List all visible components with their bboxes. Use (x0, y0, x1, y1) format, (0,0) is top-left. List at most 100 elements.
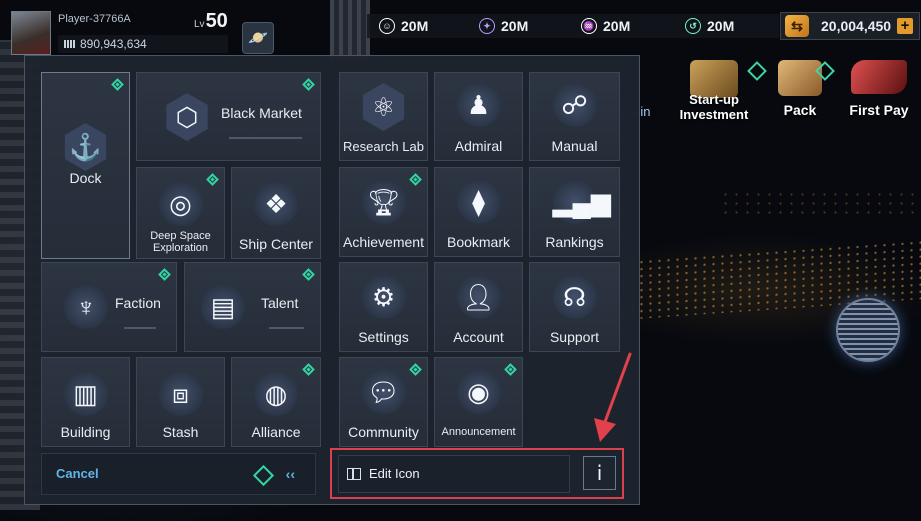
rankings-icon: ▂▄▆ (552, 180, 611, 224)
research-lab-tile[interactable]: ⚛ Research Lab (339, 72, 428, 161)
premium-currency[interactable]: ⇆ 20,004,450 + (780, 12, 920, 40)
avatar[interactable] (11, 11, 51, 55)
pack-icon (778, 60, 822, 96)
new-indicator-icon (409, 173, 422, 186)
new-indicator-icon (504, 363, 517, 376)
planet-icon[interactable]: 🪐 (242, 22, 274, 54)
spaceship-icon (851, 60, 907, 94)
account-tile[interactable]: 👤︎ Account (434, 262, 523, 352)
cancel-button[interactable]: Cancel ‹‹ (41, 453, 316, 495)
achievement-tile[interactable]: 🏆︎ Achievement (339, 167, 428, 257)
announcement-tile[interactable]: ◉ Announcement (434, 357, 523, 447)
building-icon: ▥ (63, 372, 108, 416)
bookmark-icon: ⧫ (456, 180, 501, 224)
shortcut-startup-investment[interactable]: Start-up Investment (668, 60, 767, 122)
city-lights (720, 190, 920, 220)
support-tile[interactable]: ☊ Support (529, 262, 620, 352)
ore-icon: ☺ (379, 17, 395, 34)
crystal-icon: ✦ (479, 17, 495, 34)
new-indicator-icon (409, 363, 422, 376)
energy-icon: ↺ (685, 17, 701, 34)
shortcut-label: Start-up Investment (679, 92, 749, 122)
bookmark-label: Bookmark (446, 234, 511, 250)
admiral-tile[interactable]: ♟ Admiral (434, 72, 523, 161)
new-indicator-icon (206, 173, 219, 186)
gear-icon: ⚙ (361, 275, 406, 319)
resource-ore[interactable]: ☺ 20M (379, 14, 428, 38)
faction-icon: ♆ (64, 285, 108, 329)
announcement-icon: ◉ (456, 370, 501, 414)
info-button[interactable]: i (583, 456, 616, 490)
resource-energy[interactable]: ↺ 20M (685, 14, 734, 38)
ship-center-tile[interactable]: ❖ Ship Center (231, 167, 321, 259)
wormhole-icon: ◎ (158, 182, 203, 226)
announcement-label: Announcement (441, 426, 516, 438)
trophy-icon: 🏆︎ (361, 180, 406, 224)
settings-tile[interactable]: ⚙ Settings (339, 262, 428, 352)
admiral-icon: ♟ (456, 83, 501, 127)
edit-icon-button[interactable]: Edit Icon (338, 455, 570, 493)
new-indicator-icon (158, 268, 171, 281)
new-indicator-icon (302, 268, 315, 281)
black-market-tile[interactable]: ⬡ Black Market (136, 72, 321, 161)
headset-icon: ☊ (552, 275, 597, 319)
dock-tile[interactable]: ⚓ Dock (41, 72, 130, 259)
faction-tile[interactable]: ♆ Faction (41, 262, 177, 352)
resource-gas[interactable]: ♒ 20M (581, 14, 630, 38)
account-icon: 👤︎ (456, 275, 501, 319)
chevron-left-icon[interactable]: ‹‹ (286, 466, 295, 482)
bookmark-tile[interactable]: ⧫ Bookmark (434, 167, 523, 257)
dock-label: Dock (69, 170, 102, 186)
faction-label: Faction (115, 295, 161, 311)
diamond-icon (252, 464, 275, 487)
pointer-arrow-icon (594, 352, 632, 442)
chat-icon: 💬︎ (361, 370, 406, 414)
community-label: Community (348, 424, 419, 440)
manual-icon: ☍ (552, 83, 597, 127)
menu-panel: ⚓ Dock ⬡ Black Market ◎ Deep Space Explo… (24, 55, 640, 505)
talent-label: Talent (261, 295, 299, 311)
new-indicator-icon (302, 363, 315, 376)
layout-icon (347, 468, 361, 480)
space-structure (330, 0, 370, 60)
manual-tile[interactable]: ☍ Manual (529, 72, 620, 161)
player-info[interactable]: Player-37766A Lv50 890,943,634 (8, 6, 238, 56)
rankings-tile[interactable]: ▂▄▆ Rankings (529, 167, 620, 257)
add-currency-button[interactable]: + (897, 18, 913, 34)
stash-label: Stash (162, 424, 199, 440)
shortcut-label: Pack (783, 102, 817, 118)
globe-icon: ◍ (254, 372, 298, 416)
divider (269, 327, 304, 329)
resource-crystal[interactable]: ✦ 20M (479, 14, 528, 38)
edit-icon-label: Edit Icon (369, 466, 420, 481)
ship-center-label: Ship Center (239, 236, 313, 252)
cancel-label: Cancel (56, 466, 99, 481)
achievement-label: Achievement (343, 234, 424, 250)
new-indicator-icon (302, 78, 315, 91)
power-value: 890,943,634 (58, 35, 228, 53)
building-tile[interactable]: ▥ Building (41, 357, 130, 447)
player-level: Lv50 (194, 10, 228, 32)
community-tile[interactable]: 💬︎ Community (339, 357, 428, 447)
talent-tile[interactable]: ▤ Talent (184, 262, 321, 352)
rankings-label: Rankings (545, 234, 604, 250)
research-lab-label: Research Lab (343, 139, 424, 154)
resource-bar: ☺ 20M ✦ 20M ♒ 20M ↺ 20M (366, 14, 779, 38)
radar-icon[interactable] (836, 298, 900, 362)
black-market-icon: ⬡ (163, 93, 211, 141)
building-label: Building (60, 424, 111, 440)
stash-tile[interactable]: ⧈ Stash (136, 357, 225, 447)
ship-center-icon: ❖ (254, 182, 298, 226)
shortcut-pack[interactable]: Pack (772, 60, 835, 118)
deep-space-exploration-tile[interactable]: ◎ Deep Space Exploration (136, 167, 225, 259)
gas-icon: ♒ (581, 17, 597, 34)
shortcut-first-pay[interactable]: First Pay (844, 60, 914, 118)
divider (229, 137, 302, 139)
alliance-tile[interactable]: ◍ Alliance (231, 357, 321, 447)
dock-icon: ⚓ (62, 123, 110, 171)
research-lab-icon: ⚛ (360, 83, 408, 131)
account-label: Account (453, 329, 504, 345)
divider (124, 327, 156, 329)
player-name: Player-37766A (58, 13, 131, 25)
settings-label: Settings (358, 329, 409, 345)
